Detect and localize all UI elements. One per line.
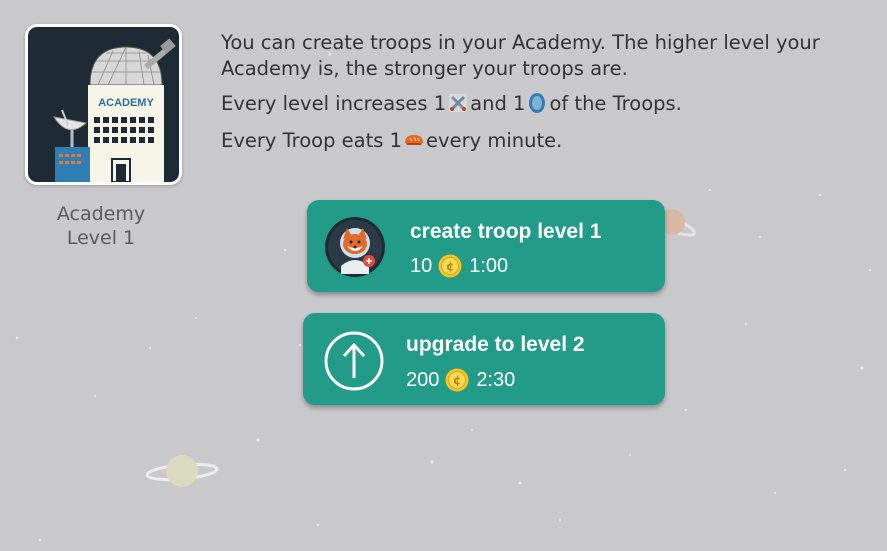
building-level: Level 1 xyxy=(66,227,136,249)
description-line-2: Every level increases 1 and 1 of the Tro… xyxy=(221,91,861,117)
create-troop-cost: 10 ¢ 1:00 xyxy=(410,254,508,278)
academy-sign: ACADEMY xyxy=(98,97,154,109)
fox-astronaut-avatar xyxy=(325,217,385,277)
description-line-3a: Every Troop eats 1 xyxy=(221,129,403,152)
bread-icon xyxy=(405,135,424,145)
description-line-3b: every minute. xyxy=(426,129,563,152)
svg-text:¢: ¢ xyxy=(446,260,454,274)
upgrade-cost: 200 ¢ 2:30 xyxy=(406,368,515,392)
create-troop-cost-value: 10 xyxy=(410,254,433,277)
upgrade-title: upgrade to level 2 xyxy=(406,333,585,356)
create-troop-title: create troop level 1 xyxy=(410,220,602,243)
building-name: Academy xyxy=(56,203,146,225)
description-line-1: You can create troops in your Academy. T… xyxy=(221,31,820,80)
create-troop-button[interactable]: create troop level 1 10 ¢ 1:00 xyxy=(307,200,665,292)
description-line-2b: and 1 xyxy=(470,92,526,115)
academy-caption: Academy Level 1 xyxy=(25,202,177,250)
coin-icon: ¢ xyxy=(445,368,469,392)
coin-icon: ¢ xyxy=(438,254,462,278)
create-troop-time: 1:00 xyxy=(469,254,509,277)
upgrade-button[interactable]: upgrade to level 2 200 ¢ 2:30 xyxy=(303,313,665,405)
description-line-2c: of the Troops. xyxy=(549,92,682,115)
upgrade-cost-value: 200 xyxy=(406,368,440,391)
description-line-3: Every Troop eats 1 every minute. xyxy=(221,128,861,154)
svg-text:¢: ¢ xyxy=(453,374,461,388)
arrow-up-circle-icon xyxy=(324,331,384,391)
upgrade-time: 2:30 xyxy=(476,368,516,391)
academy-building-card: ACADEMY xyxy=(25,24,182,185)
description-line-2a: Every level increases 1 xyxy=(221,92,447,115)
academy-building-illustration: ACADEMY xyxy=(52,38,176,182)
swords-icon xyxy=(449,94,468,112)
shield-icon xyxy=(529,93,546,113)
academy-description: You can create troops in your Academy. T… xyxy=(221,30,861,154)
